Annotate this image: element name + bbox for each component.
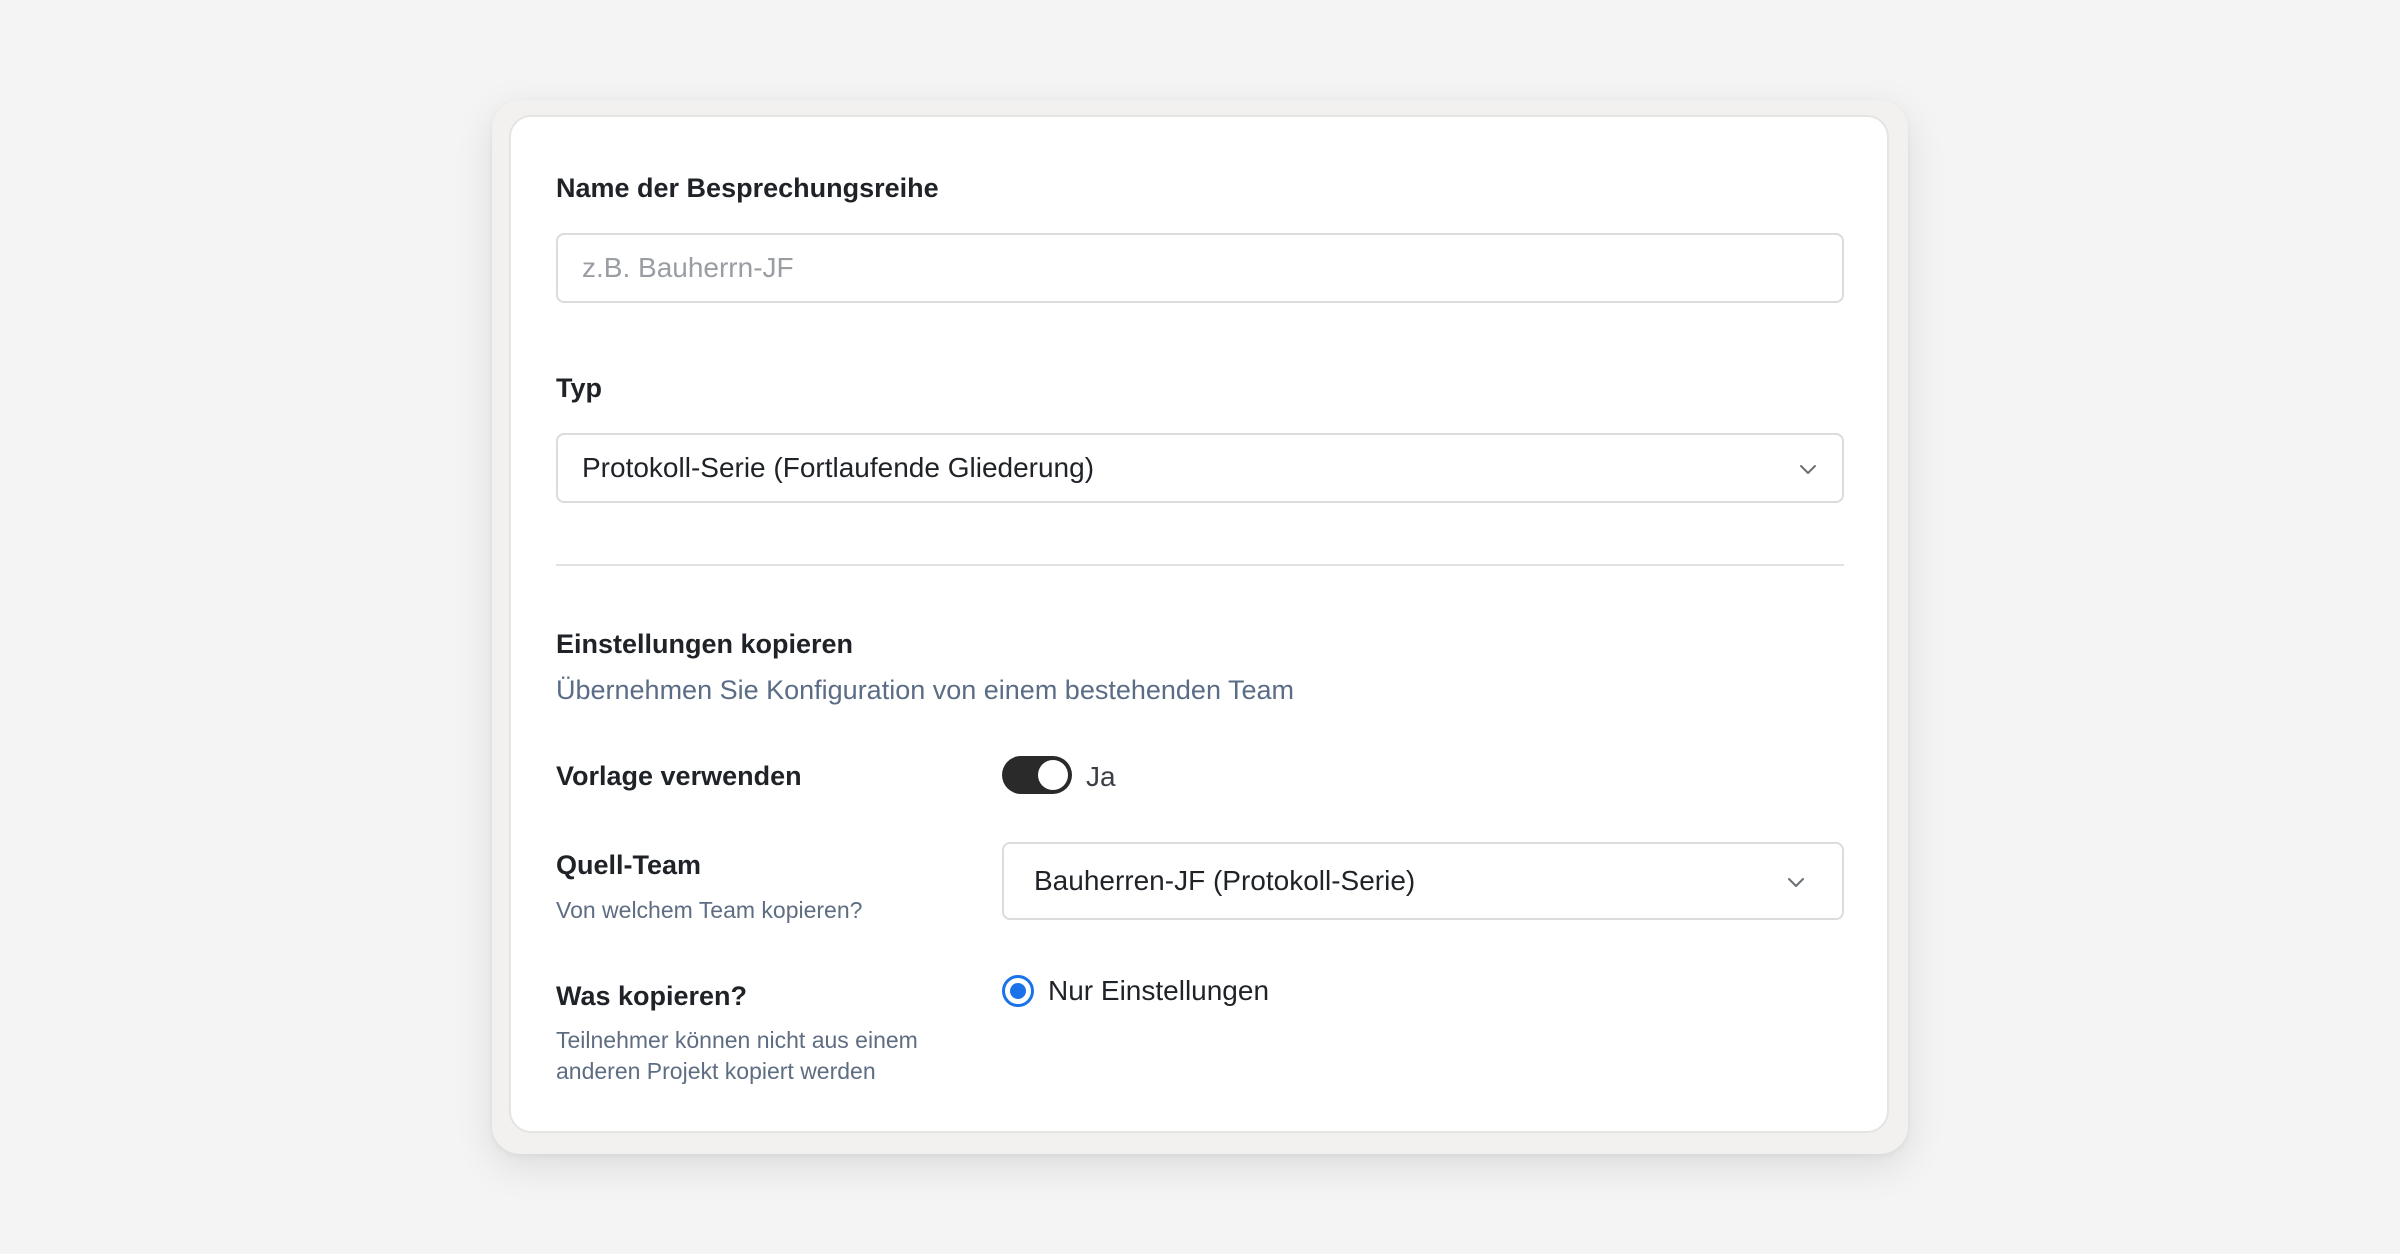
chevron-down-icon xyxy=(1788,878,1804,887)
use-template-toggle[interactable] xyxy=(1002,756,1072,794)
type-select-value: Protokoll-Serie (Fortlaufende Gliederung… xyxy=(582,452,1095,483)
type-select[interactable]: Protokoll-Serie (Fortlaufende Gliederung… xyxy=(556,433,1844,503)
section-divider xyxy=(556,564,1844,566)
use-template-state: Ja xyxy=(1086,761,1116,792)
source-team-label: Quell-Team xyxy=(556,850,702,880)
source-team-select[interactable]: Bauherren-JF (Protokoll-Serie) xyxy=(1002,842,1844,920)
name-input-placeholder: z.B. Bauherrn-JF xyxy=(582,252,794,283)
type-label: Typ xyxy=(556,373,602,403)
toggle-knob xyxy=(1038,760,1068,790)
use-template-label: Vorlage verwenden xyxy=(556,761,802,791)
source-team-value: Bauherren-JF (Protokoll-Serie) xyxy=(1034,865,1416,896)
copy-settings-description: Übernehmen Sie Konfiguration von einem b… xyxy=(556,675,1294,705)
chevron-down-icon xyxy=(1800,465,1816,474)
copy-settings-heading: Einstellungen kopieren xyxy=(556,629,854,659)
source-team-hint: Von welchem Team kopieren? xyxy=(556,897,863,923)
form-card: Name der Besprechungsreihe z.B. Bauherrn… xyxy=(509,115,1889,1133)
what-copy-label: Was kopieren? xyxy=(556,981,748,1011)
what-copy-hint: Teilnehmer können nicht aus einem andere… xyxy=(556,1027,918,1084)
name-label: Name der Besprechungsreihe xyxy=(556,173,939,203)
radio-selected-dot xyxy=(1010,983,1026,999)
only-settings-option-label[interactable]: Nur Einstellungen xyxy=(1048,975,1269,1007)
only-settings-radio[interactable] xyxy=(1002,975,1034,1007)
name-input[interactable]: z.B. Bauherrn-JF xyxy=(556,233,1844,303)
